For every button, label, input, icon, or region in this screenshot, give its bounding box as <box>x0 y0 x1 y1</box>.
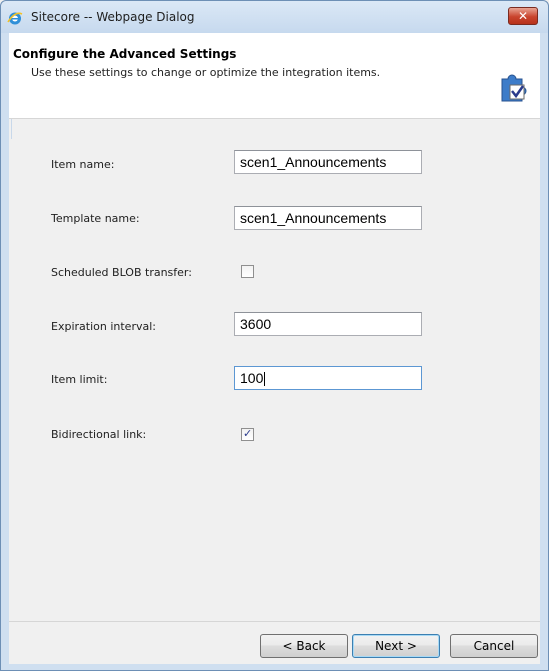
wizard-header: Configure the Advanced Settings Use thes… <box>9 33 540 119</box>
template-name-label: Template name: <box>51 212 140 225</box>
template-name-field[interactable]: scen1_Announcements <box>234 206 422 230</box>
expiration-interval-field[interactable]: 3600 <box>234 312 422 336</box>
item-limit-value: 100 <box>240 370 264 386</box>
wizard-footer: < Back Next > Cancel <box>9 621 540 664</box>
puzzle-checkmark-icon <box>501 74 527 102</box>
bidirectional-link-label: Bidirectional link: <box>51 428 147 441</box>
next-button[interactable]: Next > <box>352 634 440 658</box>
checkmark-icon: ✓ <box>243 427 253 440</box>
item-name-field[interactable]: scen1_Announcements <box>234 150 422 174</box>
internet-explorer-icon <box>7 12 23 25</box>
item-name-label: Item name: <box>51 158 115 171</box>
dialog-window: Sitecore -- Webpage Dialog ✕ Configure t… <box>0 0 549 671</box>
scheduled-blob-checkbox[interactable] <box>241 265 254 278</box>
close-button[interactable]: ✕ <box>508 7 538 25</box>
expiration-interval-label: Expiration interval: <box>51 320 156 333</box>
window-title: Sitecore -- Webpage Dialog <box>31 10 195 24</box>
item-limit-label: Item limit: <box>51 373 108 386</box>
bidirectional-link-checkbox[interactable]: ✓ <box>241 427 254 441</box>
back-button[interactable]: < Back <box>260 634 348 658</box>
page-subtitle: Use these settings to change or optimize… <box>31 66 381 79</box>
item-limit-field[interactable]: 100 <box>234 366 422 390</box>
panel-edge <box>11 119 12 139</box>
title-bar[interactable]: Sitecore -- Webpage Dialog ✕ <box>1 1 548 33</box>
scheduled-blob-label: Scheduled BLOB transfer: <box>51 266 192 279</box>
cancel-button[interactable]: Cancel <box>450 634 538 658</box>
page-title: Configure the Advanced Settings <box>13 47 237 61</box>
text-caret <box>264 372 266 387</box>
